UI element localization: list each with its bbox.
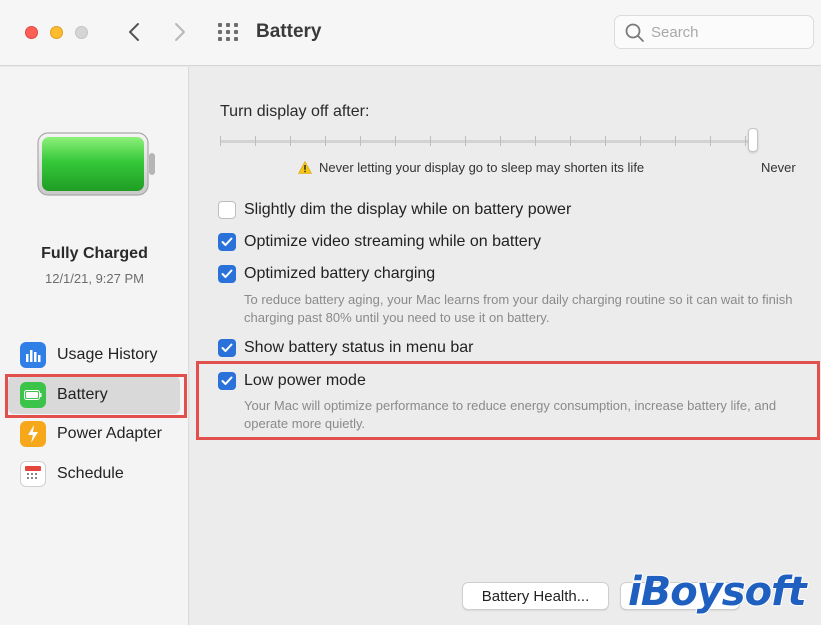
warning-icon: [298, 161, 312, 174]
option-label: Slightly dim the display while on batter…: [244, 201, 572, 218]
slider-tick: [220, 136, 221, 146]
zoom-window-button[interactable]: [75, 26, 88, 39]
slider-tick: [360, 136, 361, 146]
checkbox-show-battery-status[interactable]: [218, 339, 236, 357]
slider-value-label: Never: [761, 160, 796, 175]
option-label: Optimize video streaming while on batter…: [244, 233, 542, 250]
checkmark-icon: [221, 237, 233, 246]
highlight-box-battery: [5, 374, 187, 418]
slider-tick: [255, 136, 256, 146]
schedule-icon: [20, 461, 46, 487]
slider-warning: Never letting your display go to sleep m…: [298, 160, 644, 175]
close-window-button[interactable]: [25, 26, 38, 39]
slider-tick: [745, 136, 746, 146]
checkbox-optimized-charging[interactable]: [218, 265, 236, 283]
slider-tick: [535, 136, 536, 146]
show-all-grid-icon[interactable]: [218, 23, 242, 43]
watermark-logo: iBoysoft: [627, 568, 808, 616]
battery-health-button[interactable]: Battery Health...: [462, 582, 609, 610]
search-field[interactable]: [614, 15, 814, 49]
forward-button[interactable]: [167, 18, 193, 46]
back-button[interactable]: [121, 18, 147, 46]
highlight-box-low-power-mode: [196, 361, 820, 440]
sidebar: Fully Charged 12/1/21, 9:27 PM Usage His…: [0, 67, 189, 625]
checkmark-icon: [221, 343, 233, 352]
slider-warning-text: Never letting your display go to sleep m…: [319, 160, 645, 175]
window-title: Battery: [256, 21, 322, 42]
main-panel: Turn display off after: Never letting yo…: [190, 67, 821, 625]
slider-tick: [640, 136, 641, 146]
slider-tick: [500, 136, 501, 146]
chevron-left-icon: [129, 23, 139, 41]
slider-tick: [290, 136, 291, 146]
sidebar-item-label: Power Adapter: [57, 425, 162, 442]
turn-display-off-label: Turn display off after:: [220, 103, 370, 120]
minimize-window-button[interactable]: [50, 26, 63, 39]
checkbox-optimize-video[interactable]: [218, 233, 236, 251]
slider-tick: [570, 136, 571, 146]
option-optimize-video[interactable]: Optimize video streaming while on batter…: [218, 233, 541, 251]
usage-history-icon: [20, 342, 46, 368]
sidebar-item-label: Schedule: [57, 465, 124, 482]
title-bar: Battery: [0, 0, 821, 66]
battery-status-icon: [37, 132, 155, 196]
option-dim-display[interactable]: Slightly dim the display while on batter…: [218, 201, 571, 219]
sidebar-item-usage-history[interactable]: Usage History: [8, 336, 180, 374]
chevron-right-icon: [175, 23, 185, 41]
option-show-battery-status[interactable]: Show battery status in menu bar: [218, 339, 473, 357]
option-optimized-charging[interactable]: Optimized battery charging: [218, 265, 435, 283]
slider-tick: [710, 136, 711, 146]
search-icon: [625, 23, 644, 42]
battery-status-date: 12/1/21, 9:27 PM: [44, 271, 144, 286]
slider-tick: [325, 136, 326, 146]
checkbox-dim-display[interactable]: [218, 201, 236, 219]
slider-tick: [605, 136, 606, 146]
slider-tick: [395, 136, 396, 146]
display-sleep-slider[interactable]: [220, 140, 758, 143]
slider-tick: [675, 136, 676, 146]
checkmark-icon: [221, 269, 233, 278]
battery-status-text: Fully Charged: [41, 245, 148, 262]
sidebar-item-label: Usage History: [57, 346, 158, 363]
display-sleep-slider-knob[interactable]: [748, 128, 758, 152]
sidebar-item-schedule[interactable]: Schedule: [8, 455, 180, 493]
power-adapter-icon: [20, 421, 46, 447]
option-label: Show battery status in menu bar: [244, 339, 474, 356]
slider-tick: [465, 136, 466, 146]
sidebar-item-power-adapter[interactable]: Power Adapter: [8, 415, 180, 453]
option-description: To reduce battery aging, your Mac learns…: [244, 292, 793, 325]
slider-tick: [430, 136, 431, 146]
option-label: Optimized battery charging: [244, 265, 436, 282]
search-input[interactable]: [651, 22, 801, 42]
